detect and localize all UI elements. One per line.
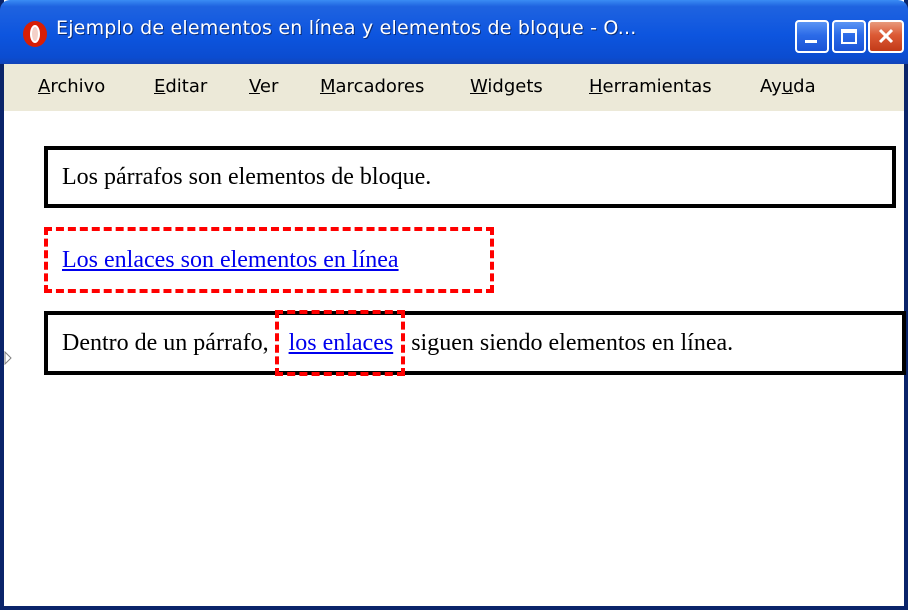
inline-link[interactable]: los enlaces xyxy=(289,330,394,356)
menu-ayuda[interactable]: Ayuda xyxy=(760,76,816,97)
menu-widgets[interactable]: Widgets xyxy=(470,76,543,97)
title-bar[interactable]: Ejemplo de elementos en línea y elemento… xyxy=(0,0,908,64)
maximize-button[interactable] xyxy=(832,20,866,53)
minimize-button[interactable] xyxy=(795,20,829,53)
menu-herramientas[interactable]: Herramientas xyxy=(589,76,712,97)
menu-archivo[interactable]: Archivo xyxy=(38,76,105,97)
paragraph-text-before: Dentro de un párrafo, xyxy=(62,330,269,356)
panel-toggle-icon[interactable] xyxy=(4,351,12,365)
close-button[interactable] xyxy=(868,20,904,53)
link-block-outline: Los enlaces son elementos en línea xyxy=(44,227,494,293)
opera-icon xyxy=(23,21,47,47)
maximize-icon xyxy=(841,29,857,44)
menu-marcadores[interactable]: Marcadores xyxy=(320,76,424,97)
inline-link-outline: los enlaces xyxy=(274,310,406,376)
paragraph-block: Los párrafos son elementos de bloque. xyxy=(44,146,896,208)
close-icon xyxy=(878,28,894,44)
paragraph-with-inline-link: Dentro de un párrafo, los enlaces siguen s… xyxy=(44,310,906,376)
menu-ver[interactable]: Ver xyxy=(249,76,278,97)
paragraph-text: Los párrafos son elementos de bloque. xyxy=(62,164,432,190)
minimize-icon xyxy=(805,40,817,43)
paragraph-text-after: siguen siendo elementos en línea. xyxy=(411,330,734,356)
window-title: Ejemplo de elementos en línea y elemento… xyxy=(56,17,637,39)
browser-window: Ejemplo de elementos en línea y elemento… xyxy=(0,0,908,610)
menu-editar[interactable]: Editar xyxy=(154,76,207,97)
link-enlaces[interactable]: Los enlaces son elementos en línea xyxy=(62,247,399,273)
